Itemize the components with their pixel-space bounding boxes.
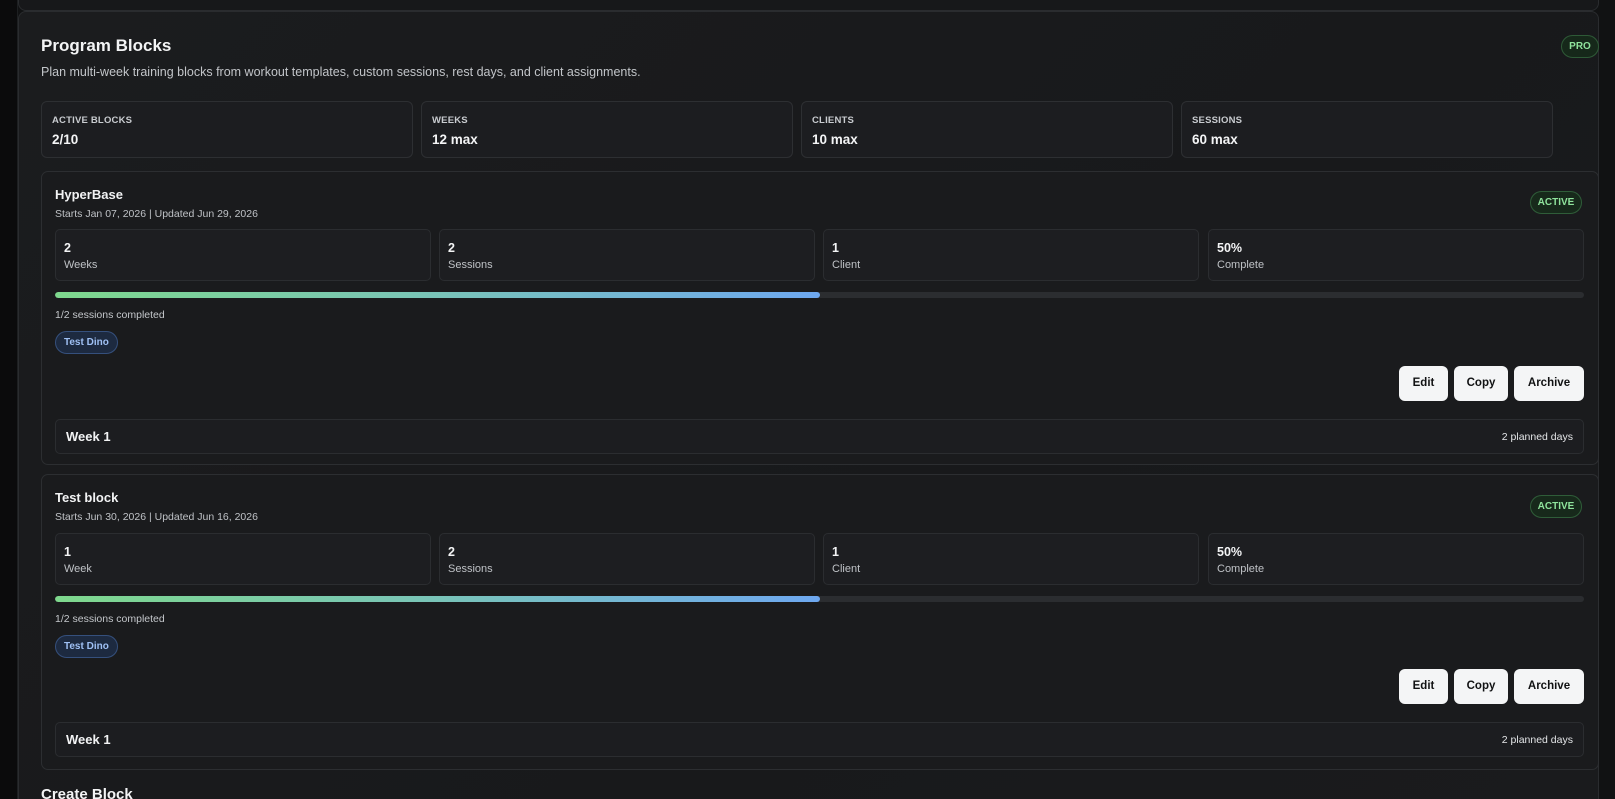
- copy-button[interactable]: Copy: [1454, 366, 1508, 401]
- stat-clients: CLIENTS 10 max: [801, 101, 1173, 158]
- edit-button[interactable]: Edit: [1399, 366, 1448, 401]
- metric-complete: 50% Complete: [1208, 533, 1584, 585]
- metric-clients: 1 Client: [823, 229, 1199, 281]
- progress-text: 1/2 sessions completed: [55, 309, 165, 321]
- progress-fill: [55, 596, 820, 602]
- metric-weeks: 2 Weeks: [55, 229, 431, 281]
- metric-value: 2: [448, 241, 455, 255]
- status-badge: ACTIVE: [1530, 495, 1582, 518]
- metric-sessions: 2 Sessions: [439, 533, 815, 585]
- block-name: Test block: [55, 490, 119, 505]
- copy-button[interactable]: Copy: [1454, 669, 1508, 704]
- metric-label: Client: [832, 259, 861, 271]
- stat-sessions: SESSIONS 60 max: [1181, 101, 1553, 158]
- stat-label: ACTIVE BLOCKS: [52, 115, 133, 126]
- metric-value: 2: [64, 241, 71, 255]
- week-planned-days: 2 planned days: [1501, 734, 1573, 746]
- block-meta: Starts Jan 07, 2026 | Updated Jun 29, 20…: [55, 208, 258, 220]
- block-card-hyperbase: HyperBase Starts Jan 07, 2026 | Updated …: [41, 171, 1599, 465]
- pro-badge: PRO: [1561, 35, 1599, 58]
- metric-label: Week: [64, 563, 92, 575]
- week-planned-days: 2 planned days: [1501, 431, 1573, 443]
- progress-bar: [55, 596, 1584, 602]
- metric-value: 50%: [1217, 241, 1243, 255]
- left-rail: [0, 0, 18, 799]
- week-title: Week 1: [66, 429, 111, 444]
- status-badge: ACTIVE: [1530, 191, 1582, 214]
- stat-value: 2/10: [52, 132, 79, 147]
- progress-bar: [55, 292, 1584, 298]
- archive-button[interactable]: Archive: [1514, 366, 1584, 401]
- create-block-heading: Create Block: [41, 786, 133, 799]
- client-chip[interactable]: Test Dino: [55, 331, 118, 354]
- metric-weeks: 1 Week: [55, 533, 431, 585]
- block-meta: Starts Jun 30, 2026 | Updated Jun 16, 20…: [55, 511, 258, 523]
- edit-button[interactable]: Edit: [1399, 669, 1448, 704]
- page-subtitle: Plan multi-week training blocks from wor…: [41, 65, 641, 79]
- metric-value: 1: [64, 545, 71, 559]
- metric-clients: 1 Client: [823, 533, 1199, 585]
- client-chip[interactable]: Test Dino: [55, 635, 118, 658]
- metric-sessions: 2 Sessions: [439, 229, 815, 281]
- metric-value: 2: [448, 545, 455, 559]
- metric-label: Complete: [1217, 563, 1265, 575]
- metric-value: 1: [832, 241, 839, 255]
- stat-label: CLIENTS: [812, 115, 855, 126]
- metric-label: Client: [832, 563, 861, 575]
- archive-button[interactable]: Archive: [1514, 669, 1584, 704]
- stat-label: SESSIONS: [1192, 115, 1243, 126]
- page-title: Program Blocks: [41, 36, 172, 55]
- progress-fill: [55, 292, 820, 298]
- week-title: Week 1: [66, 732, 111, 747]
- metric-value: 50%: [1217, 545, 1243, 559]
- block-name: HyperBase: [55, 187, 123, 202]
- previous-section-card: [18, 0, 1599, 11]
- stat-value: 60 max: [1192, 132, 1238, 147]
- stat-weeks: WEEKS 12 max: [421, 101, 793, 158]
- metric-label: Sessions: [448, 259, 493, 271]
- metric-complete: 50% Complete: [1208, 229, 1584, 281]
- week-row[interactable]: Week 1 2 planned days: [55, 722, 1584, 757]
- program-blocks-page: Program Blocks Plan multi-week training …: [0, 0, 1615, 799]
- progress-text: 1/2 sessions completed: [55, 613, 165, 625]
- stat-value: 10 max: [812, 132, 858, 147]
- stat-value: 12 max: [432, 132, 478, 147]
- block-card-test-block: Test block Starts Jun 30, 2026 | Updated…: [41, 474, 1599, 770]
- week-row[interactable]: Week 1 2 planned days: [55, 419, 1584, 454]
- metric-label: Weeks: [64, 259, 98, 271]
- metric-label: Complete: [1217, 259, 1265, 271]
- metric-label: Sessions: [448, 563, 493, 575]
- metric-value: 1: [832, 545, 839, 559]
- stat-active-blocks: ACTIVE BLOCKS 2/10: [41, 101, 413, 158]
- stat-label: WEEKS: [432, 115, 468, 126]
